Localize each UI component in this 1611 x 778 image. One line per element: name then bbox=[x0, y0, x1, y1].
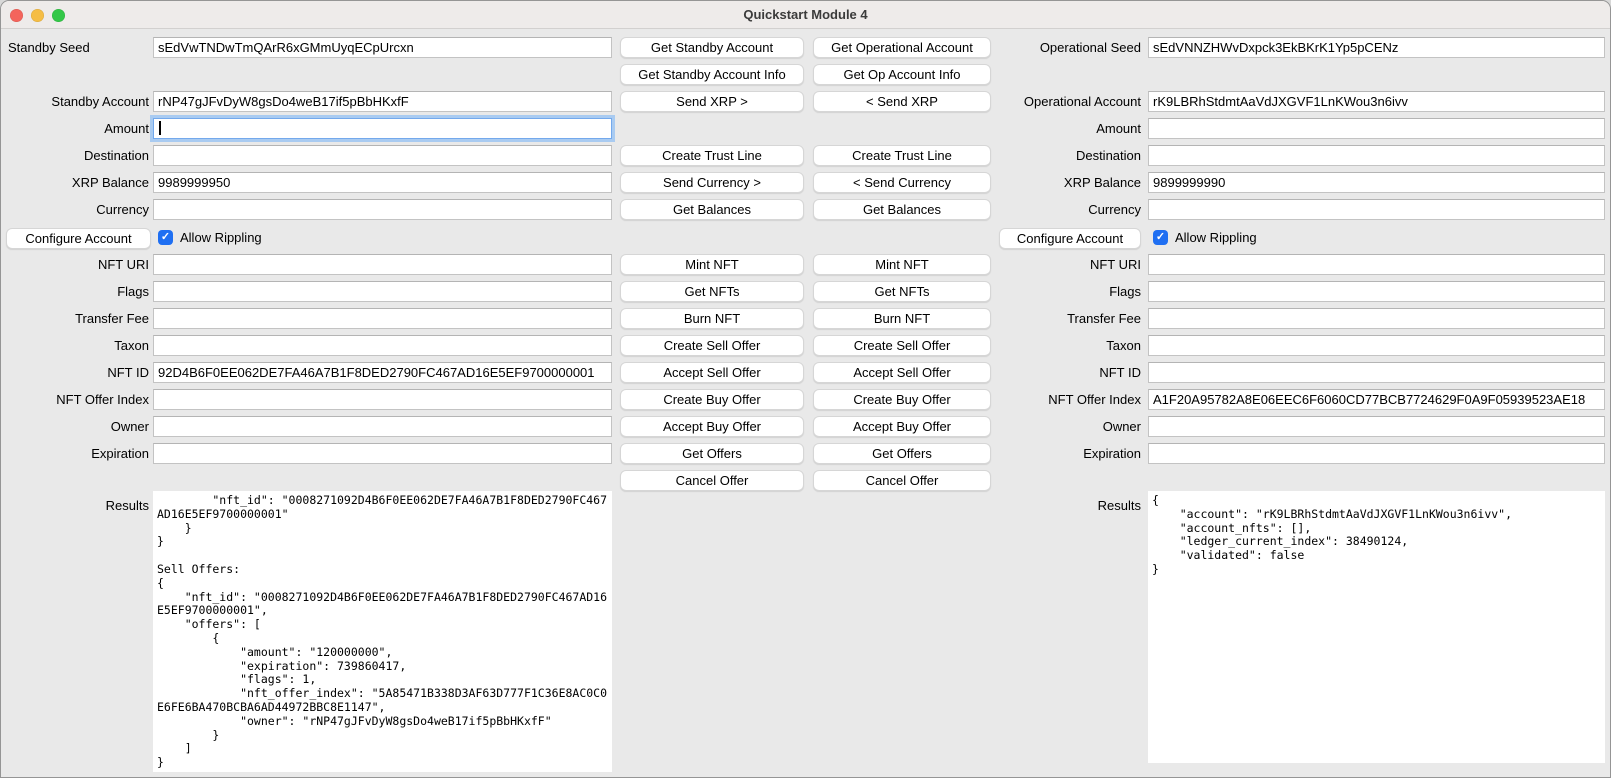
operational-currency-input[interactable] bbox=[1148, 199, 1605, 220]
standby-results-label: Results bbox=[1, 495, 149, 516]
get-standby-account-info-button[interactable]: Get Standby Account Info bbox=[620, 64, 804, 85]
operational-nft-uri-input[interactable] bbox=[1148, 254, 1605, 275]
operational-nft-id-input[interactable] bbox=[1148, 362, 1605, 383]
standby-create-trust-line-button[interactable]: Create Trust Line bbox=[620, 145, 804, 166]
get-standby-account-button[interactable]: Get Standby Account bbox=[620, 37, 804, 58]
operational-results-textarea[interactable]: { "account": "rK9LBRhStdmtAaVdJXGVF1LnKW… bbox=[1148, 491, 1605, 763]
operational-nft-id-label: NFT ID bbox=[941, 362, 1141, 383]
operational-nft-offer-index-label: NFT Offer Index bbox=[941, 389, 1141, 410]
standby-seed-label: Standby Seed bbox=[1, 37, 149, 58]
standby-seed-input[interactable] bbox=[153, 37, 612, 58]
standby-expiration-label: Expiration bbox=[1, 443, 149, 464]
operational-expiration-input[interactable] bbox=[1148, 443, 1605, 464]
operational-seed-input[interactable] bbox=[1148, 37, 1605, 58]
check-icon: ✓ bbox=[161, 231, 170, 243]
standby-nft-uri-input[interactable] bbox=[153, 254, 612, 275]
operational-xrp-balance-label: XRP Balance bbox=[941, 172, 1141, 193]
standby-flags-label: Flags bbox=[1, 281, 149, 302]
standby-transfer-fee-input[interactable] bbox=[153, 308, 612, 329]
check-icon: ✓ bbox=[1156, 231, 1165, 243]
window-title: Quickstart Module 4 bbox=[1, 1, 1610, 29]
operational-currency-label: Currency bbox=[941, 199, 1141, 220]
operational-owner-label: Owner bbox=[941, 416, 1141, 437]
standby-get-balances-button[interactable]: Get Balances bbox=[620, 199, 804, 220]
operational-taxon-label: Taxon bbox=[941, 335, 1141, 356]
operational-owner-input[interactable] bbox=[1148, 416, 1605, 437]
operational-allow-rippling-checkbox[interactable]: ✓ bbox=[1153, 230, 1168, 245]
standby-currency-label: Currency bbox=[1, 199, 149, 220]
standby-get-nfts-button[interactable]: Get NFTs bbox=[620, 281, 804, 302]
operational-expiration-label: Expiration bbox=[941, 443, 1141, 464]
operational-configure-account-button[interactable]: Configure Account bbox=[999, 228, 1141, 249]
text-caret bbox=[159, 121, 161, 135]
standby-nft-uri-label: NFT URI bbox=[1, 254, 149, 275]
send-xrp-right-button[interactable]: Send XRP > bbox=[620, 91, 804, 112]
operational-account-label: Operational Account bbox=[941, 91, 1141, 112]
operational-xrp-balance-input[interactable] bbox=[1148, 172, 1605, 193]
standby-nft-offer-index-label: NFT Offer Index bbox=[1, 389, 149, 410]
standby-amount-label: Amount bbox=[1, 118, 149, 139]
operational-nft-uri-label: NFT URI bbox=[941, 254, 1141, 275]
op-cancel-offer-button[interactable]: Cancel Offer bbox=[813, 470, 991, 491]
standby-xrp-balance-input[interactable] bbox=[153, 172, 612, 193]
standby-nft-id-input[interactable] bbox=[153, 362, 612, 383]
standby-configure-account-button[interactable]: Configure Account bbox=[6, 228, 151, 249]
standby-account-input[interactable] bbox=[153, 91, 612, 112]
standby-flags-input[interactable] bbox=[153, 281, 612, 302]
operational-nft-offer-index-input[interactable] bbox=[1148, 389, 1605, 410]
operational-allow-rippling-label: Allow Rippling bbox=[1175, 228, 1257, 248]
standby-allow-rippling-checkbox[interactable]: ✓ bbox=[158, 230, 173, 245]
standby-account-label: Standby Account bbox=[1, 91, 149, 112]
titlebar: Quickstart Module 4 bbox=[1, 1, 1610, 29]
standby-results-textarea[interactable]: "nft_id": "0008271092D4B6F0EE062DE7FA46A… bbox=[153, 491, 612, 772]
standby-accept-sell-offer-button[interactable]: Accept Sell Offer bbox=[620, 362, 804, 383]
operational-destination-input[interactable] bbox=[1148, 145, 1605, 166]
standby-allow-rippling-label: Allow Rippling bbox=[180, 228, 262, 248]
standby-mint-nft-button[interactable]: Mint NFT bbox=[620, 254, 804, 275]
standby-xrp-balance-label: XRP Balance bbox=[1, 172, 149, 193]
standby-create-sell-offer-button[interactable]: Create Sell Offer bbox=[620, 335, 804, 356]
standby-destination-input[interactable] bbox=[153, 145, 612, 166]
standby-accept-buy-offer-button[interactable]: Accept Buy Offer bbox=[620, 416, 804, 437]
standby-taxon-input[interactable] bbox=[153, 335, 612, 356]
get-op-account-info-button[interactable]: Get Op Account Info bbox=[813, 64, 991, 85]
standby-cancel-offer-button[interactable]: Cancel Offer bbox=[620, 470, 804, 491]
operational-amount-label: Amount bbox=[941, 118, 1141, 139]
operational-flags-label: Flags bbox=[941, 281, 1141, 302]
standby-taxon-label: Taxon bbox=[1, 335, 149, 356]
operational-flags-input[interactable] bbox=[1148, 281, 1605, 302]
standby-destination-label: Destination bbox=[1, 145, 149, 166]
standby-burn-nft-button[interactable]: Burn NFT bbox=[620, 308, 804, 329]
operational-destination-label: Destination bbox=[941, 145, 1141, 166]
operational-seed-label: Operational Seed bbox=[941, 37, 1141, 58]
standby-owner-input[interactable] bbox=[153, 416, 612, 437]
standby-get-offers-button[interactable]: Get Offers bbox=[620, 443, 804, 464]
standby-expiration-input[interactable] bbox=[153, 443, 612, 464]
standby-amount-input[interactable] bbox=[153, 118, 612, 139]
standby-nft-id-label: NFT ID bbox=[1, 362, 149, 383]
operational-transfer-fee-input[interactable] bbox=[1148, 308, 1605, 329]
standby-nft-offer-index-input[interactable] bbox=[153, 389, 612, 410]
standby-currency-input[interactable] bbox=[153, 199, 612, 220]
app-window: Quickstart Module 4 Standby Seed Standby… bbox=[0, 0, 1611, 778]
standby-transfer-fee-label: Transfer Fee bbox=[1, 308, 149, 329]
operational-results-label: Results bbox=[941, 495, 1141, 516]
operational-taxon-input[interactable] bbox=[1148, 335, 1605, 356]
operational-account-input[interactable] bbox=[1148, 91, 1605, 112]
standby-owner-label: Owner bbox=[1, 416, 149, 437]
operational-transfer-fee-label: Transfer Fee bbox=[941, 308, 1141, 329]
standby-create-buy-offer-button[interactable]: Create Buy Offer bbox=[620, 389, 804, 410]
operational-amount-input[interactable] bbox=[1148, 118, 1605, 139]
send-currency-right-button[interactable]: Send Currency > bbox=[620, 172, 804, 193]
